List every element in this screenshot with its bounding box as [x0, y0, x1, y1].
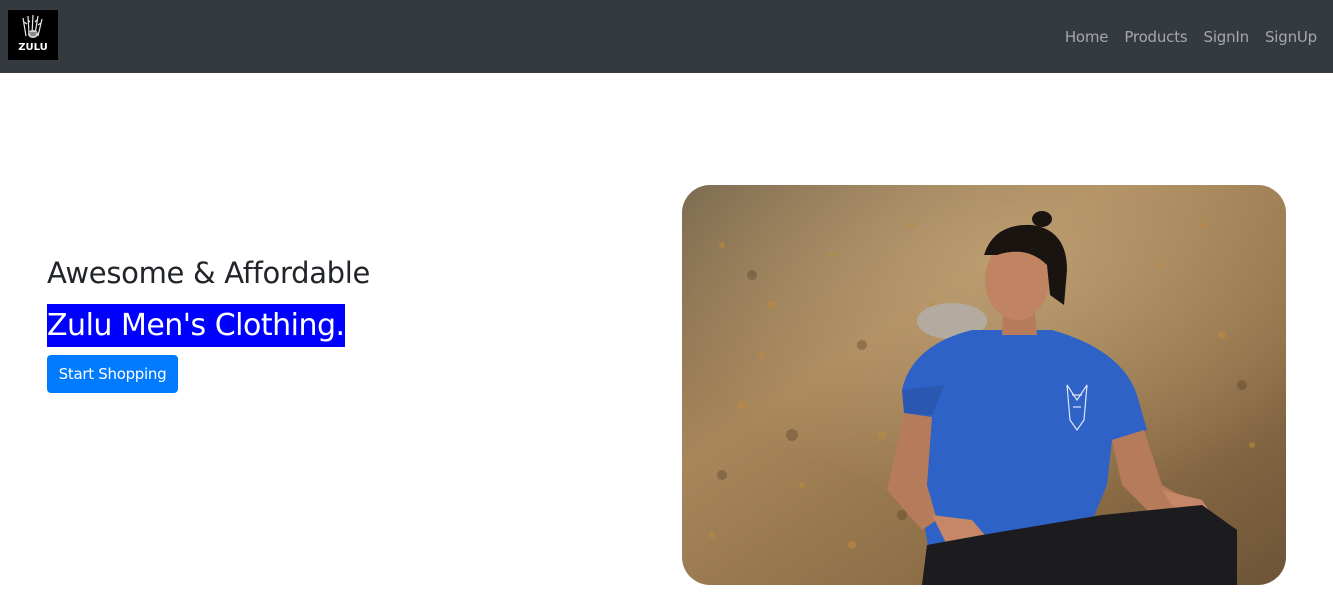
logo-text: ZULU	[18, 42, 48, 53]
brand-logo[interactable]: ZULU	[8, 10, 58, 60]
hero-heading: Awesome & Affordable	[47, 256, 371, 290]
hero-subheading: Zulu Men's Clothing.	[47, 304, 345, 347]
man-in-blue-tshirt-photo-icon	[682, 185, 1286, 585]
hero-text: Awesome & Affordable Zulu Men's Clothing…	[47, 252, 370, 393]
nav-link-signup[interactable]: SignUp	[1265, 28, 1317, 46]
zulu-logo-icon: ZULU	[8, 10, 58, 60]
nav-link-signin[interactable]: SignIn	[1204, 28, 1250, 46]
start-shopping-button[interactable]: Start Shopping	[47, 355, 178, 393]
navbar: ZULU Home Products SignIn SignUp	[0, 0, 1333, 73]
nav-link-products[interactable]: Products	[1124, 28, 1187, 46]
hero-image	[682, 185, 1286, 585]
nav-links: Home Products SignIn SignUp	[1065, 0, 1317, 73]
nav-link-home[interactable]: Home	[1065, 28, 1109, 46]
